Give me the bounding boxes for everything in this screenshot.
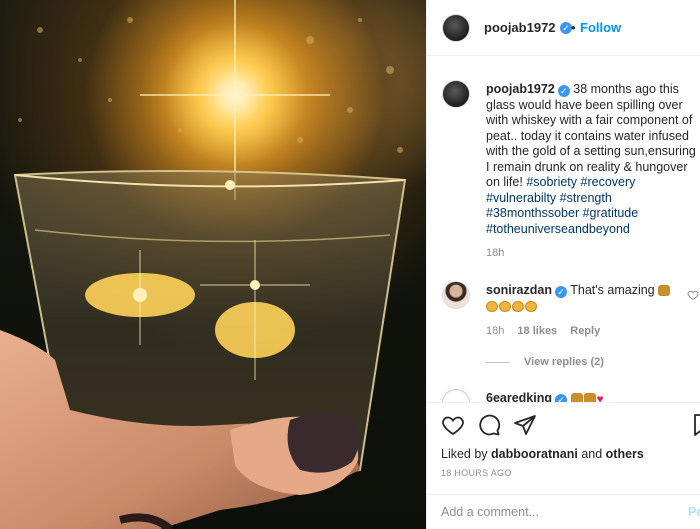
clapping-hands-emoji-icons [486,299,538,315]
hashtag-38monthssober[interactable]: #38monthssober [486,206,579,220]
hashtag-recovery[interactable]: #recovery [581,175,636,189]
hashtag-gratitude[interactable]: #gratitude [583,206,639,220]
photo-artwork [0,0,407,529]
liked-by-others[interactable]: others [606,447,644,461]
hashtag-sobriety[interactable]: #sobriety [526,175,577,189]
comment-text: sonirazdan ✓ That's amazing [486,283,698,314]
bookmark-icon[interactable] [691,413,700,437]
liked-by-suffix: and [577,447,606,461]
comment-avatar[interactable] [442,281,470,309]
comment-username[interactable]: sonirazdan [486,283,552,297]
caption-meta: 18h [486,247,514,259]
view-replies-button[interactable]: View replies (2) [486,356,604,368]
caption-time[interactable]: 18h [486,247,504,259]
separator-dot: • [571,20,576,35]
like-heart-icon[interactable] [441,413,465,437]
follow-button[interactable]: Follow [580,20,621,35]
caption-avatar[interactable] [442,80,470,108]
verified-badge-icon: ✓ [557,85,570,97]
comment-time[interactable]: 18h [486,325,504,337]
hashtag-strength[interactable]: #strength [560,191,612,205]
author-avatar[interactable] [442,14,470,42]
share-send-icon[interactable] [513,413,537,437]
comment-body: That's amazing [570,283,655,298]
post-comment-button[interactable]: Post [688,505,700,519]
verified-badge-icon: ✓ [555,394,568,402]
comment-likes[interactable]: 18 likes [517,325,557,337]
caption-text: poojab1972 ✓ 38 months ago this glass wou… [486,82,698,237]
post-actions: Liked by dabbooratnani and others 18 HOU… [427,402,700,529]
comment-text: 6earedking ✓ ♥ [486,391,698,402]
hashtag-vulnerabilty[interactable]: #vulnerabilty [486,191,556,205]
comment-like-heart-icon[interactable] [687,289,699,301]
emoji-icons: ♥ [570,391,610,402]
comment-avatar[interactable] [442,389,470,402]
post-header: poojab1972 ✓ • Follow [427,0,700,56]
liked-by-user[interactable]: dabbooratnani [491,447,578,461]
comment-meta: 18h 18 likes Reply [486,325,610,337]
caption-body: 38 months ago this glass would have been… [486,82,696,189]
comment-composer: Post [427,494,700,529]
comment-bubble-icon[interactable] [477,413,501,437]
comments-list[interactable]: poojab1972 ✓ 38 months ago this glass wou… [427,57,700,402]
post-panel: poojab1972 ✓ • Follow poojab1972 ✓ 38 mon… [426,0,700,529]
people-emoji-icon [658,283,671,299]
post-photo[interactable] [0,0,426,529]
verified-badge-icon: ✓ [555,286,567,299]
hashtag-totheuniverseandbeyond[interactable]: #totheuniverseandbeyond [486,222,630,236]
liked-by-text: Liked by dabbooratnani and others [441,447,644,461]
reply-button[interactable]: Reply [570,325,600,337]
post-timestamp[interactable]: 18 HOURS AGO [441,468,512,478]
caption-username[interactable]: poojab1972 [486,82,555,96]
liked-by-prefix: Liked by [441,447,492,461]
comment-username[interactable]: 6earedking [486,391,552,402]
author-username[interactable]: poojab1972 [484,20,556,35]
add-comment-input[interactable] [441,505,661,519]
